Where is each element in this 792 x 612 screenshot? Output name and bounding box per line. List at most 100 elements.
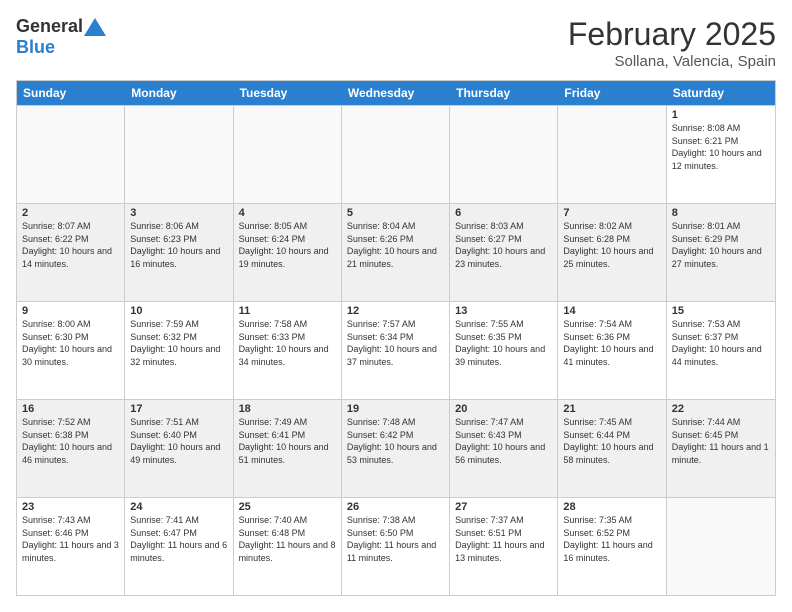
header-sunday: Sunday: [17, 81, 125, 105]
cal-cell-2-5: 14Sunrise: 7:54 AM Sunset: 6:36 PM Dayli…: [558, 302, 666, 399]
header: GeneralBlue February 2025 Sollana, Valen…: [16, 16, 776, 70]
cal-row-2: 9Sunrise: 8:00 AM Sunset: 6:30 PM Daylig…: [17, 301, 775, 399]
cal-cell-1-1: 3Sunrise: 8:06 AM Sunset: 6:23 PM Daylig…: [125, 204, 233, 301]
cal-cell-2-4: 13Sunrise: 7:55 AM Sunset: 6:35 PM Dayli…: [450, 302, 558, 399]
day-number: 22: [672, 403, 770, 415]
cal-cell-3-0: 16Sunrise: 7:52 AM Sunset: 6:38 PM Dayli…: [17, 400, 125, 497]
month-title: February 2025: [568, 16, 776, 53]
day-number: 27: [455, 501, 552, 513]
day-info: Sunrise: 7:59 AM Sunset: 6:32 PM Dayligh…: [130, 318, 227, 368]
day-number: 24: [130, 501, 227, 513]
day-info: Sunrise: 7:53 AM Sunset: 6:37 PM Dayligh…: [672, 318, 770, 368]
day-number: 15: [672, 305, 770, 317]
day-info: Sunrise: 7:45 AM Sunset: 6:44 PM Dayligh…: [563, 416, 660, 466]
day-info: Sunrise: 8:08 AM Sunset: 6:21 PM Dayligh…: [672, 122, 770, 172]
day-number: 26: [347, 501, 444, 513]
day-info: Sunrise: 7:47 AM Sunset: 6:43 PM Dayligh…: [455, 416, 552, 466]
day-number: 1: [672, 109, 770, 121]
cal-cell-1-2: 4Sunrise: 8:05 AM Sunset: 6:24 PM Daylig…: [234, 204, 342, 301]
calendar: Sunday Monday Tuesday Wednesday Thursday…: [16, 80, 776, 596]
day-number: 23: [22, 501, 119, 513]
cal-cell-1-5: 7Sunrise: 8:02 AM Sunset: 6:28 PM Daylig…: [558, 204, 666, 301]
cal-cell-4-5: 28Sunrise: 7:35 AM Sunset: 6:52 PM Dayli…: [558, 498, 666, 595]
day-info: Sunrise: 7:41 AM Sunset: 6:47 PM Dayligh…: [130, 514, 227, 564]
day-number: 28: [563, 501, 660, 513]
cal-cell-3-4: 20Sunrise: 7:47 AM Sunset: 6:43 PM Dayli…: [450, 400, 558, 497]
day-number: 14: [563, 305, 660, 317]
cal-cell-1-3: 5Sunrise: 8:04 AM Sunset: 6:26 PM Daylig…: [342, 204, 450, 301]
header-monday: Monday: [125, 81, 233, 105]
day-info: Sunrise: 7:44 AM Sunset: 6:45 PM Dayligh…: [672, 416, 770, 466]
title-block: February 2025 Sollana, Valencia, Spain: [568, 16, 776, 70]
day-info: Sunrise: 7:38 AM Sunset: 6:50 PM Dayligh…: [347, 514, 444, 564]
cal-cell-2-6: 15Sunrise: 7:53 AM Sunset: 6:37 PM Dayli…: [667, 302, 775, 399]
cal-cell-0-1: [125, 106, 233, 203]
day-number: 18: [239, 403, 336, 415]
header-thursday: Thursday: [450, 81, 558, 105]
page: GeneralBlue February 2025 Sollana, Valen…: [0, 0, 792, 612]
day-info: Sunrise: 7:52 AM Sunset: 6:38 PM Dayligh…: [22, 416, 119, 466]
cal-cell-3-6: 22Sunrise: 7:44 AM Sunset: 6:45 PM Dayli…: [667, 400, 775, 497]
day-number: 3: [130, 207, 227, 219]
header-saturday: Saturday: [667, 81, 775, 105]
cal-row-1: 2Sunrise: 8:07 AM Sunset: 6:22 PM Daylig…: [17, 203, 775, 301]
day-info: Sunrise: 7:35 AM Sunset: 6:52 PM Dayligh…: [563, 514, 660, 564]
day-number: 21: [563, 403, 660, 415]
day-number: 16: [22, 403, 119, 415]
day-info: Sunrise: 7:48 AM Sunset: 6:42 PM Dayligh…: [347, 416, 444, 466]
cal-cell-0-0: [17, 106, 125, 203]
day-number: 11: [239, 305, 336, 317]
logo-general: General: [16, 16, 83, 37]
cal-cell-3-3: 19Sunrise: 7:48 AM Sunset: 6:42 PM Dayli…: [342, 400, 450, 497]
cal-cell-1-6: 8Sunrise: 8:01 AM Sunset: 6:29 PM Daylig…: [667, 204, 775, 301]
cal-row-4: 23Sunrise: 7:43 AM Sunset: 6:46 PM Dayli…: [17, 497, 775, 595]
day-info: Sunrise: 7:49 AM Sunset: 6:41 PM Dayligh…: [239, 416, 336, 466]
day-info: Sunrise: 8:04 AM Sunset: 6:26 PM Dayligh…: [347, 220, 444, 270]
logo-icon: [83, 17, 107, 37]
day-number: 8: [672, 207, 770, 219]
header-friday: Friday: [558, 81, 666, 105]
day-info: Sunrise: 7:37 AM Sunset: 6:51 PM Dayligh…: [455, 514, 552, 564]
day-info: Sunrise: 8:05 AM Sunset: 6:24 PM Dayligh…: [239, 220, 336, 270]
cal-cell-2-2: 11Sunrise: 7:58 AM Sunset: 6:33 PM Dayli…: [234, 302, 342, 399]
cal-row-3: 16Sunrise: 7:52 AM Sunset: 6:38 PM Dayli…: [17, 399, 775, 497]
day-info: Sunrise: 8:01 AM Sunset: 6:29 PM Dayligh…: [672, 220, 770, 270]
cal-cell-2-0: 9Sunrise: 8:00 AM Sunset: 6:30 PM Daylig…: [17, 302, 125, 399]
day-number: 2: [22, 207, 119, 219]
logo-blue: Blue: [16, 37, 55, 58]
cal-cell-4-0: 23Sunrise: 7:43 AM Sunset: 6:46 PM Dayli…: [17, 498, 125, 595]
cal-row-0: 1Sunrise: 8:08 AM Sunset: 6:21 PM Daylig…: [17, 105, 775, 203]
header-tuesday: Tuesday: [234, 81, 342, 105]
day-info: Sunrise: 7:40 AM Sunset: 6:48 PM Dayligh…: [239, 514, 336, 564]
cal-cell-4-2: 25Sunrise: 7:40 AM Sunset: 6:48 PM Dayli…: [234, 498, 342, 595]
day-number: 9: [22, 305, 119, 317]
day-number: 20: [455, 403, 552, 415]
day-info: Sunrise: 8:02 AM Sunset: 6:28 PM Dayligh…: [563, 220, 660, 270]
day-info: Sunrise: 7:58 AM Sunset: 6:33 PM Dayligh…: [239, 318, 336, 368]
cal-cell-1-0: 2Sunrise: 8:07 AM Sunset: 6:22 PM Daylig…: [17, 204, 125, 301]
cal-cell-0-5: [558, 106, 666, 203]
day-number: 10: [130, 305, 227, 317]
day-info: Sunrise: 8:07 AM Sunset: 6:22 PM Dayligh…: [22, 220, 119, 270]
day-info: Sunrise: 8:03 AM Sunset: 6:27 PM Dayligh…: [455, 220, 552, 270]
cal-cell-4-4: 27Sunrise: 7:37 AM Sunset: 6:51 PM Dayli…: [450, 498, 558, 595]
cal-cell-4-1: 24Sunrise: 7:41 AM Sunset: 6:47 PM Dayli…: [125, 498, 233, 595]
cal-cell-3-1: 17Sunrise: 7:51 AM Sunset: 6:40 PM Dayli…: [125, 400, 233, 497]
cal-cell-2-3: 12Sunrise: 7:57 AM Sunset: 6:34 PM Dayli…: [342, 302, 450, 399]
day-number: 13: [455, 305, 552, 317]
cal-cell-0-2: [234, 106, 342, 203]
calendar-header: Sunday Monday Tuesday Wednesday Thursday…: [17, 81, 775, 105]
cal-cell-0-6: 1Sunrise: 8:08 AM Sunset: 6:21 PM Daylig…: [667, 106, 775, 203]
cal-cell-4-3: 26Sunrise: 7:38 AM Sunset: 6:50 PM Dayli…: [342, 498, 450, 595]
day-info: Sunrise: 7:51 AM Sunset: 6:40 PM Dayligh…: [130, 416, 227, 466]
day-info: Sunrise: 7:43 AM Sunset: 6:46 PM Dayligh…: [22, 514, 119, 564]
day-info: Sunrise: 7:54 AM Sunset: 6:36 PM Dayligh…: [563, 318, 660, 368]
location-subtitle: Sollana, Valencia, Spain: [568, 53, 776, 70]
day-number: 5: [347, 207, 444, 219]
day-number: 7: [563, 207, 660, 219]
day-number: 6: [455, 207, 552, 219]
day-number: 17: [130, 403, 227, 415]
day-number: 4: [239, 207, 336, 219]
day-info: Sunrise: 8:06 AM Sunset: 6:23 PM Dayligh…: [130, 220, 227, 270]
day-info: Sunrise: 8:00 AM Sunset: 6:30 PM Dayligh…: [22, 318, 119, 368]
